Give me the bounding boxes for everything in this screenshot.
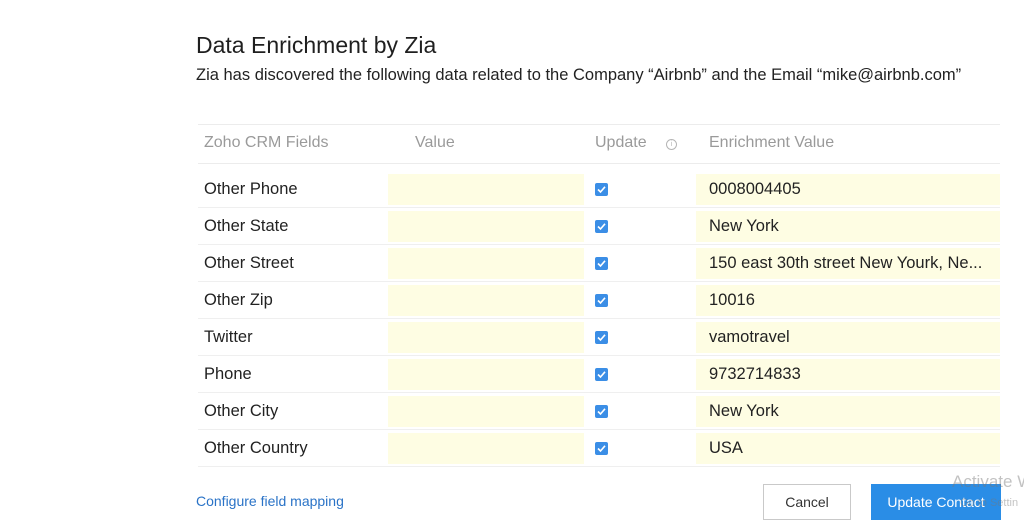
value-cell [388,396,584,427]
dialog-title: Data Enrichment by Zia [196,32,437,58]
field-name: Other Zip [204,291,273,309]
update-checkbox[interactable] [595,442,608,455]
activation-watermark: Activate W [952,472,1024,491]
table-row: Other State New York [198,208,1000,245]
enrichment-value: vamotravel [709,328,790,346]
check-icon [597,297,606,305]
check-icon [597,260,606,268]
info-icon[interactable]: i [666,139,677,150]
activation-watermark-sub: Go to Settin [960,497,1019,509]
table-row: Other Zip 10016 [198,282,1000,319]
value-cell [388,433,584,464]
header-update: Update [595,134,647,151]
table-body: Other Phone 0008004405 Other State New York… [198,171,1000,467]
table-row: Other Street 150 east 30th street New You… [198,245,1000,282]
table-header: Zoho CRM Fields Value Update i Enrichmen… [198,124,1000,164]
header-enrichment: Enrichment Value [709,134,835,151]
enrichment-value: 0008004405 [709,180,801,198]
field-name: Other Street [204,254,294,272]
check-icon [597,223,606,231]
value-cell [388,248,584,279]
field-name: Phone [204,365,252,383]
dialog-subtitle: Zia has discovered the following data re… [196,66,962,84]
update-checkbox[interactable] [595,405,608,418]
value-cell [388,285,584,316]
value-cell [388,174,584,205]
enrichment-value: New York [709,217,779,235]
update-checkbox[interactable] [595,220,608,233]
update-checkbox[interactable] [595,294,608,307]
table-row: Other Country USA [198,430,1000,467]
check-icon [597,334,606,342]
update-checkbox[interactable] [595,368,608,381]
value-cell [388,359,584,390]
value-cell [388,211,584,242]
check-icon [597,408,606,416]
update-checkbox[interactable] [595,183,608,196]
field-name: Other State [204,217,289,235]
field-name: Other Country [204,439,308,457]
check-icon [597,445,606,453]
enrichment-value: USA [709,439,743,457]
enrichment-value: 10016 [709,291,755,309]
table-row: Phone 9732714833 [198,356,1000,393]
table-row: Twitter vamotravel [198,319,1000,356]
header-fields: Zoho CRM Fields [204,134,329,151]
header-value: Value [415,134,455,151]
field-name: Other Phone [204,180,298,198]
enrichment-value: 150 east 30th street New Yourk, Ne... [709,254,983,272]
table-row: Other City New York [198,393,1000,430]
enrichment-table: Zoho CRM Fields Value Update i Enrichmen… [198,124,1000,467]
update-checkbox[interactable] [595,257,608,270]
table-row: Other Phone 0008004405 [198,171,1000,208]
enrichment-value: New York [709,402,779,420]
update-checkbox[interactable] [595,331,608,344]
field-name: Other City [204,402,279,420]
value-cell [388,322,584,353]
check-icon [597,371,606,379]
cancel-button[interactable]: Cancel [763,484,851,520]
field-name: Twitter [204,328,253,346]
configure-field-mapping-link[interactable]: Configure field mapping [196,493,344,509]
check-icon [597,186,606,194]
enrichment-value: 9732714833 [709,365,801,383]
